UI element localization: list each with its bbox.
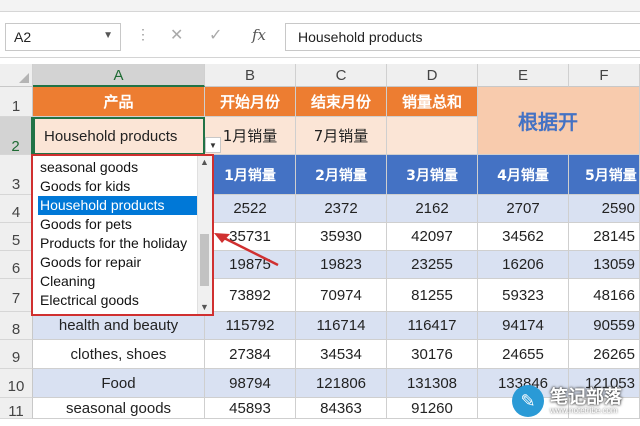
sales-value-cell[interactable]: 70974	[296, 279, 387, 312]
dropdown-option[interactable]: Goods for repair	[38, 253, 203, 272]
enter-icon[interactable]: ✓	[209, 25, 222, 45]
product-label-cell[interactable]: health and beauty	[33, 312, 205, 340]
cell-a2-selected[interactable]: Household products	[33, 117, 205, 155]
sales-value-cell[interactable]: 91260	[387, 398, 478, 419]
cell-d3[interactable]: 3月销量	[387, 155, 478, 195]
sales-value-cell[interactable]: 35930	[296, 223, 387, 251]
sales-value-cell[interactable]: 28145	[569, 223, 640, 251]
watermark-url: www.notetribe.com	[550, 406, 618, 415]
sales-value-cell[interactable]: 90559	[569, 312, 640, 340]
sales-value-cell[interactable]: 94174	[478, 312, 569, 340]
column-header-a[interactable]: A	[33, 64, 205, 87]
sales-value-cell[interactable]: 27384	[205, 340, 296, 369]
annotation-arrow-icon	[214, 233, 279, 267]
row-header-11[interactable]: 11	[0, 398, 33, 420]
dropdown-option-selected[interactable]: Household products	[38, 196, 203, 215]
sales-value-cell[interactable]: 13059	[569, 251, 640, 279]
product-label-cell[interactable]: clothes, shoes	[33, 340, 205, 369]
sales-value-cell[interactable]: 116417	[387, 312, 478, 340]
scroll-up-icon[interactable]: ▲	[200, 157, 209, 167]
dropdown-arrow-icon[interactable]: ▼	[205, 137, 221, 153]
chevron-down-icon[interactable]: ▼	[103, 30, 113, 41]
sales-value-cell[interactable]: 116714	[296, 312, 387, 340]
merged-title-cell[interactable]: 根据开	[478, 87, 640, 155]
cell-a1[interactable]: 产品	[33, 87, 205, 117]
cell-b1[interactable]: 开始月份	[205, 87, 296, 117]
cell-c3[interactable]: 2月销量	[296, 155, 387, 195]
cell-d2[interactable]	[387, 117, 478, 155]
column-header-c[interactable]: C	[296, 64, 387, 87]
insert-function-icon[interactable]: fx	[252, 26, 266, 44]
row-header-8[interactable]: 8	[0, 312, 33, 340]
sales-value-cell[interactable]: 2162	[387, 195, 478, 223]
dropdown-option[interactable]: Products for the holiday	[38, 234, 203, 253]
row-header-3[interactable]: 3	[0, 155, 33, 195]
name-box-value: A2	[14, 29, 32, 45]
sales-value-cell[interactable]: 2372	[296, 195, 387, 223]
sales-value-cell[interactable]: 2707	[478, 195, 569, 223]
column-header-e[interactable]: E	[478, 64, 569, 87]
row-header-1[interactable]: 1	[0, 87, 33, 117]
row-header-10[interactable]: 10	[0, 369, 33, 398]
sales-value-cell[interactable]: 23255	[387, 251, 478, 279]
product-label-cell[interactable]: Food	[33, 369, 205, 398]
validation-dropdown-list[interactable]: seasonal goods Goods for kids Household …	[31, 154, 214, 316]
formula-input[interactable]: Household products	[285, 23, 640, 51]
row-header-2[interactable]: 2	[0, 117, 33, 155]
dropdown-option[interactable]: Cleaning	[38, 272, 203, 291]
sales-value-cell[interactable]: 81255	[387, 279, 478, 312]
formula-bar-grip-icon: ⋮	[136, 26, 150, 48]
scroll-down-icon[interactable]: ▼	[200, 302, 209, 312]
watermark: ✎ 笔记部落 www.notetribe.com	[512, 382, 640, 419]
select-all-corner[interactable]	[0, 64, 33, 87]
dropdown-option[interactable]: Electrical goods	[38, 291, 203, 310]
row-header-4[interactable]: 4	[0, 195, 33, 223]
cancel-icon[interactable]: ✕	[170, 25, 183, 45]
cell-f3[interactable]: 5月销量	[569, 155, 640, 195]
cell-e3[interactable]: 4月销量	[478, 155, 569, 195]
sales-value-cell[interactable]: 45893	[205, 398, 296, 419]
sales-value-cell[interactable]: 2522	[205, 195, 296, 223]
sales-value-cell[interactable]: 30176	[387, 340, 478, 369]
notetribe-logo-icon: ✎	[512, 385, 544, 417]
sales-value-cell[interactable]: 34562	[478, 223, 569, 251]
sales-value-cell[interactable]: 34534	[296, 340, 387, 369]
cell-c1[interactable]: 结束月份	[296, 87, 387, 117]
cell-c2[interactable]: 7月销量	[296, 117, 387, 155]
sales-value-cell[interactable]: 115792	[205, 312, 296, 340]
sales-value-cell[interactable]: 59323	[478, 279, 569, 312]
sales-value-cell[interactable]: 73892	[205, 279, 296, 312]
cell-d1[interactable]: 销量总和	[387, 87, 478, 117]
sales-value-cell[interactable]: 121806	[296, 369, 387, 398]
dropdown-option[interactable]: Goods for kids	[38, 177, 203, 196]
dropdown-option[interactable]: seasonal goods	[38, 158, 203, 177]
row-header-7[interactable]: 7	[0, 279, 33, 312]
sales-value-cell[interactable]: 2590	[569, 195, 640, 223]
product-label-cell[interactable]: seasonal goods	[33, 398, 205, 419]
sales-value-cell[interactable]: 16206	[478, 251, 569, 279]
column-header-d[interactable]: D	[387, 64, 478, 87]
column-header-b[interactable]: B	[205, 64, 296, 87]
row-header-9[interactable]: 9	[0, 340, 33, 369]
sales-value-cell[interactable]: 24655	[478, 340, 569, 369]
ribbon-strip	[0, 0, 640, 12]
cell-b3[interactable]: 1月销量	[205, 155, 296, 195]
sales-value-cell[interactable]: 98794	[205, 369, 296, 398]
dropdown-option[interactable]: Goods for pets	[38, 215, 203, 234]
sales-value-cell[interactable]: 84363	[296, 398, 387, 419]
sales-value-cell[interactable]: 19823	[296, 251, 387, 279]
sales-value-cell[interactable]: 48166	[569, 279, 640, 312]
row-header-5[interactable]: 5	[0, 223, 33, 251]
sales-value-cell[interactable]: 26265	[569, 340, 640, 369]
column-header-f[interactable]: F	[569, 64, 640, 87]
name-box[interactable]: A2 ▼	[5, 23, 121, 51]
sales-value-cell[interactable]: 131308	[387, 369, 478, 398]
sales-value-cell[interactable]: 42097	[387, 223, 478, 251]
row-header-6[interactable]: 6	[0, 251, 33, 279]
